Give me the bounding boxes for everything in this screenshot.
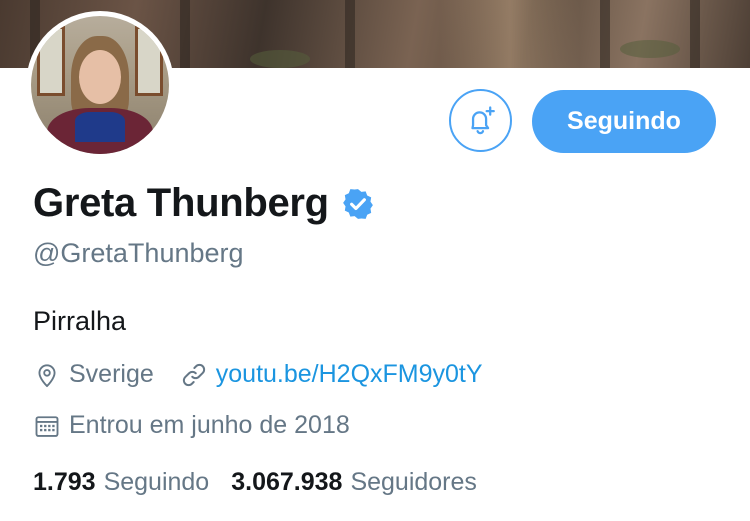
avatar-window	[135, 26, 163, 96]
avatar-photo	[31, 16, 169, 154]
banner-moss	[620, 40, 680, 58]
banner-tree	[345, 0, 355, 68]
following-count: 1.793	[33, 468, 96, 496]
profile-handle: @GretaThunberg	[33, 238, 244, 268]
link-icon	[182, 363, 205, 386]
verified-badge-icon	[342, 188, 373, 219]
location-text: Sverige	[69, 360, 154, 388]
banner-tree	[690, 0, 700, 68]
profile-bio: Pirralha	[33, 306, 127, 336]
banner-path	[440, 0, 580, 68]
notify-button[interactable]	[449, 89, 512, 152]
followers-stat[interactable]: 3.067.938 Seguidores	[231, 468, 477, 497]
location-pin-icon	[38, 363, 56, 387]
avatar-window	[37, 26, 65, 96]
avatar-face	[79, 50, 121, 104]
bell-plus-icon	[470, 105, 495, 134]
profile-stats: 1.793 Seguindo 3.067.938 Seguidores	[33, 468, 477, 497]
avatar[interactable]	[26, 11, 174, 159]
profile-meta-row: Entrou em junho de 2018	[33, 411, 350, 440]
banner-moss	[250, 50, 310, 68]
location-item: Sverige	[33, 360, 154, 389]
joined-date: Entrou em junho de 2018	[69, 411, 350, 439]
website-link[interactable]: youtu.be/H2QxFM9y0tY	[216, 360, 483, 389]
banner-tree	[600, 0, 610, 68]
followers-count: 3.067.938	[231, 468, 343, 496]
website-item[interactable]: youtu.be/H2QxFM9y0tY	[180, 360, 483, 389]
profile-meta-row: Sverige youtu.be/H2QxFM9y0tY	[33, 360, 483, 389]
name-row: Greta Thunberg	[33, 181, 375, 226]
banner-tree	[180, 0, 190, 68]
followers-label: Seguidores	[350, 468, 477, 496]
calendar-icon	[35, 415, 59, 437]
following-stat[interactable]: 1.793 Seguindo	[33, 468, 209, 497]
profile-name: Greta Thunberg	[33, 181, 329, 225]
following-button[interactable]: Seguindo	[532, 90, 716, 153]
avatar-collar	[75, 112, 125, 142]
joined-item: Entrou em junho de 2018	[33, 411, 350, 440]
following-label: Seguindo	[103, 468, 210, 496]
